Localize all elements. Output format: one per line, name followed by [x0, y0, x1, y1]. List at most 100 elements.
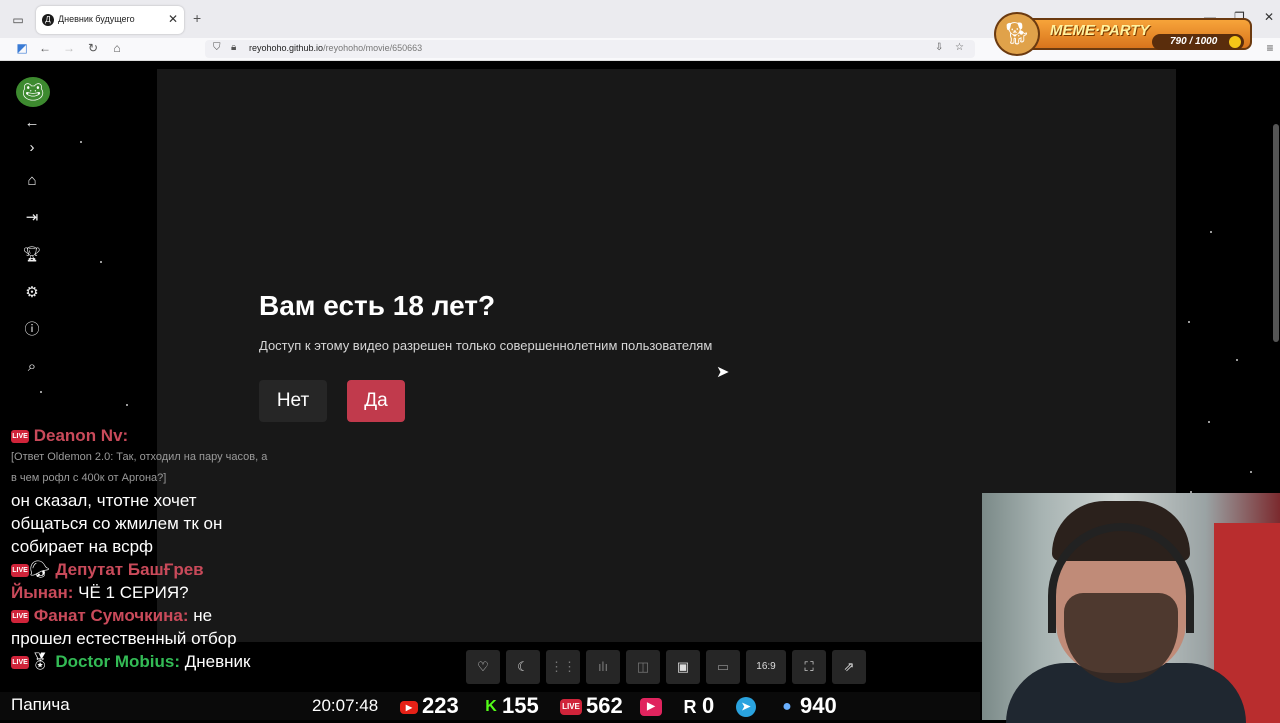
mouse-cursor-icon: ➤	[716, 364, 730, 381]
home-icon[interactable]: ⌂	[109, 41, 125, 55]
sidebar-info-icon[interactable]: ⓘ	[22, 320, 42, 340]
tab-title: Дневник будущего	[58, 14, 135, 24]
live-badge-icon: LIVE	[11, 564, 29, 578]
bookmark-star-icon[interactable]: ☆	[955, 42, 964, 53]
age-dialog-title: Вам есть 18 лет?	[259, 290, 496, 321]
play-stat: ▶	[640, 693, 666, 719]
kick-count: 155	[502, 693, 539, 718]
sidebar-back-icon[interactable]: ←	[22, 113, 42, 133]
kick-stat: K 155	[484, 693, 539, 719]
chat-text: общаться со жмилем тк он	[11, 514, 223, 533]
scrollbar[interactable]	[1273, 124, 1279, 342]
chat-nick: Deanon Nv:	[33, 426, 129, 445]
compare-icon[interactable]: ◫	[626, 650, 660, 684]
rumble-count: 0	[702, 693, 715, 718]
back-icon[interactable]: ←	[37, 41, 53, 55]
reload-icon[interactable]: ↻	[85, 41, 101, 55]
chat-text: собирает на всрф	[11, 537, 154, 556]
chat-overlay: LIVE Deanon Nv: [Ответ Oldemon 2.0: Так,…	[11, 424, 291, 673]
chat-nick: Doctor Mobius:	[55, 652, 180, 671]
yes-button[interactable]: Да	[347, 380, 405, 422]
tank-badge-icon: 🪖︎	[29, 560, 51, 579]
meme-party-title: MEME·PARTY	[1050, 22, 1150, 39]
sidebar-home-icon[interactable]: ⌂	[22, 171, 42, 191]
chat-message: LIVE🪖︎ Депутат БашҒрев	[11, 558, 291, 581]
forward-icon[interactable]: →	[61, 41, 77, 55]
chat-text: ЧЁ 1 СЕРИЯ?	[78, 583, 189, 602]
no-button[interactable]: Нет	[259, 380, 327, 422]
grid-pattern-icon[interactable]: ⋮⋮	[546, 650, 580, 684]
favorite-heart-icon[interactable]: ♡	[466, 650, 500, 684]
rumble-icon: R	[683, 697, 697, 718]
chat-text: не	[193, 606, 213, 625]
chat-text: Дневник	[184, 652, 251, 671]
sidebar-toggle-icon[interactable]: ◩	[14, 41, 30, 55]
age-dialog-description: Доступ к этому видео разрешен только сов…	[259, 338, 713, 353]
doge-icon: 🐕︎	[994, 12, 1040, 56]
audio-wave-icon[interactable]: ılı	[586, 650, 620, 684]
chat-message: Йынан: ЧЁ 1 СЕРИЯ?	[11, 581, 291, 604]
chat-nick: Йынан:	[11, 583, 74, 602]
save-page-icon[interactable]: ⇩	[935, 42, 943, 53]
live-badge-icon: LIVE	[11, 610, 29, 624]
open-external-icon[interactable]: ⇗	[832, 650, 866, 684]
menu-icon[interactable]: ≡	[1262, 41, 1278, 55]
badge-icon: 🏅︎	[29, 652, 51, 671]
browser-tab[interactable]: Д Дневник будущего ✕	[36, 6, 184, 34]
url-host: reyohoho.github.io	[249, 43, 324, 53]
shield-icon[interactable]: ⛉	[213, 42, 221, 53]
aspect-ratio-button[interactable]: 16:9	[746, 650, 786, 684]
coin-icon	[1229, 36, 1241, 48]
kick-icon: K	[485, 698, 497, 716]
viewers-icon: ●	[782, 698, 792, 716]
window-close-icon[interactable]: ✕	[1264, 10, 1274, 24]
lock-icon[interactable]: 🔒︎	[231, 42, 236, 53]
sidebar-settings-icon[interactable]: ⚙	[22, 283, 42, 303]
chat-text: прошел естественный отбор	[11, 629, 237, 648]
tab-list-icon[interactable]: ▭	[10, 12, 26, 28]
chat-reply: [Ответ Oldemon 2.0: Так, отходил на пару…	[11, 451, 268, 463]
youtube-count: 223	[422, 693, 459, 718]
tab-close-icon[interactable]: ✕	[168, 12, 178, 26]
meme-party-counter: 790 / 1000	[1152, 34, 1244, 50]
dark-mode-moon-icon[interactable]: ☾	[506, 650, 540, 684]
sidebar-expand-icon[interactable]: ›	[22, 138, 42, 158]
stats-username: Папича	[11, 695, 70, 714]
live-badge-icon: LIVE	[11, 430, 29, 444]
viewers-count: 940	[800, 693, 837, 718]
sidebar-trophy-icon[interactable]: 🏆︎	[22, 245, 42, 265]
sidebar-search-icon[interactable]: ⌕	[22, 357, 42, 377]
chat-nick: Фанат Сумочкина:	[33, 606, 189, 625]
meme-party-widget: MEME·PARTY 790 / 1000 🐕︎	[994, 12, 1252, 56]
chat-message: LIVE Фанат Сумочкина: не	[11, 604, 291, 627]
stats-time: 20:07:48	[312, 696, 379, 715]
stream-stats-bar: Папича 20:07:48 ▶ 223 K 155 LIVE 562 ▶ R0 ➤…	[0, 692, 980, 720]
url-path: /reyohoho/movie/650663	[323, 43, 423, 53]
chat-message: LIVE Deanon Nv:	[11, 424, 291, 447]
screenshot-icon[interactable]: ⛶	[792, 650, 826, 684]
youtube-icon: ▶	[400, 700, 418, 714]
address-bar[interactable]: ⛉ 🔒︎ reyohoho.github.io/reyohoho/movie/6…	[205, 40, 975, 58]
rumble-stat: R0	[682, 693, 715, 719]
picture-in-picture-icon[interactable]: ▭	[706, 650, 740, 684]
viewers-stat: ● 940	[778, 693, 837, 719]
chat-reply: в чем рофл с 400к от Аргона?]	[11, 472, 167, 484]
youtube-stat: ▶ 223	[400, 693, 459, 719]
chat-nick: Депутат БашҒрев	[55, 560, 204, 579]
telegram-icon: ➤	[736, 697, 756, 718]
theater-mode-icon[interactable]: ▣	[666, 650, 700, 684]
new-tab-icon[interactable]: +	[193, 10, 201, 26]
sidebar-login-icon[interactable]: ⇥	[22, 208, 42, 228]
chat-message: LIVE🏅︎ Doctor Mobius: Дневник	[11, 650, 291, 673]
live-count: 562	[586, 693, 623, 718]
live-icon: LIVE	[560, 699, 582, 716]
site-sidebar: 🐸︎ ← › ⌂ ⇥ 🏆︎ ⚙ ⓘ ⌕	[0, 61, 60, 431]
telegram-stat: ➤	[736, 693, 760, 719]
meme-party-counter-value: 790 / 1000	[1170, 36, 1218, 47]
favicon-icon: Д	[42, 14, 54, 26]
url-text: reyohoho.github.io/reyohoho/movie/650663	[249, 43, 422, 53]
webcam-feed	[982, 493, 1280, 723]
chat-text: он сказал, чтотне хочет	[11, 491, 197, 510]
frog-logo-icon[interactable]: 🐸︎	[16, 77, 50, 107]
live-badge-icon: LIVE	[11, 656, 29, 670]
